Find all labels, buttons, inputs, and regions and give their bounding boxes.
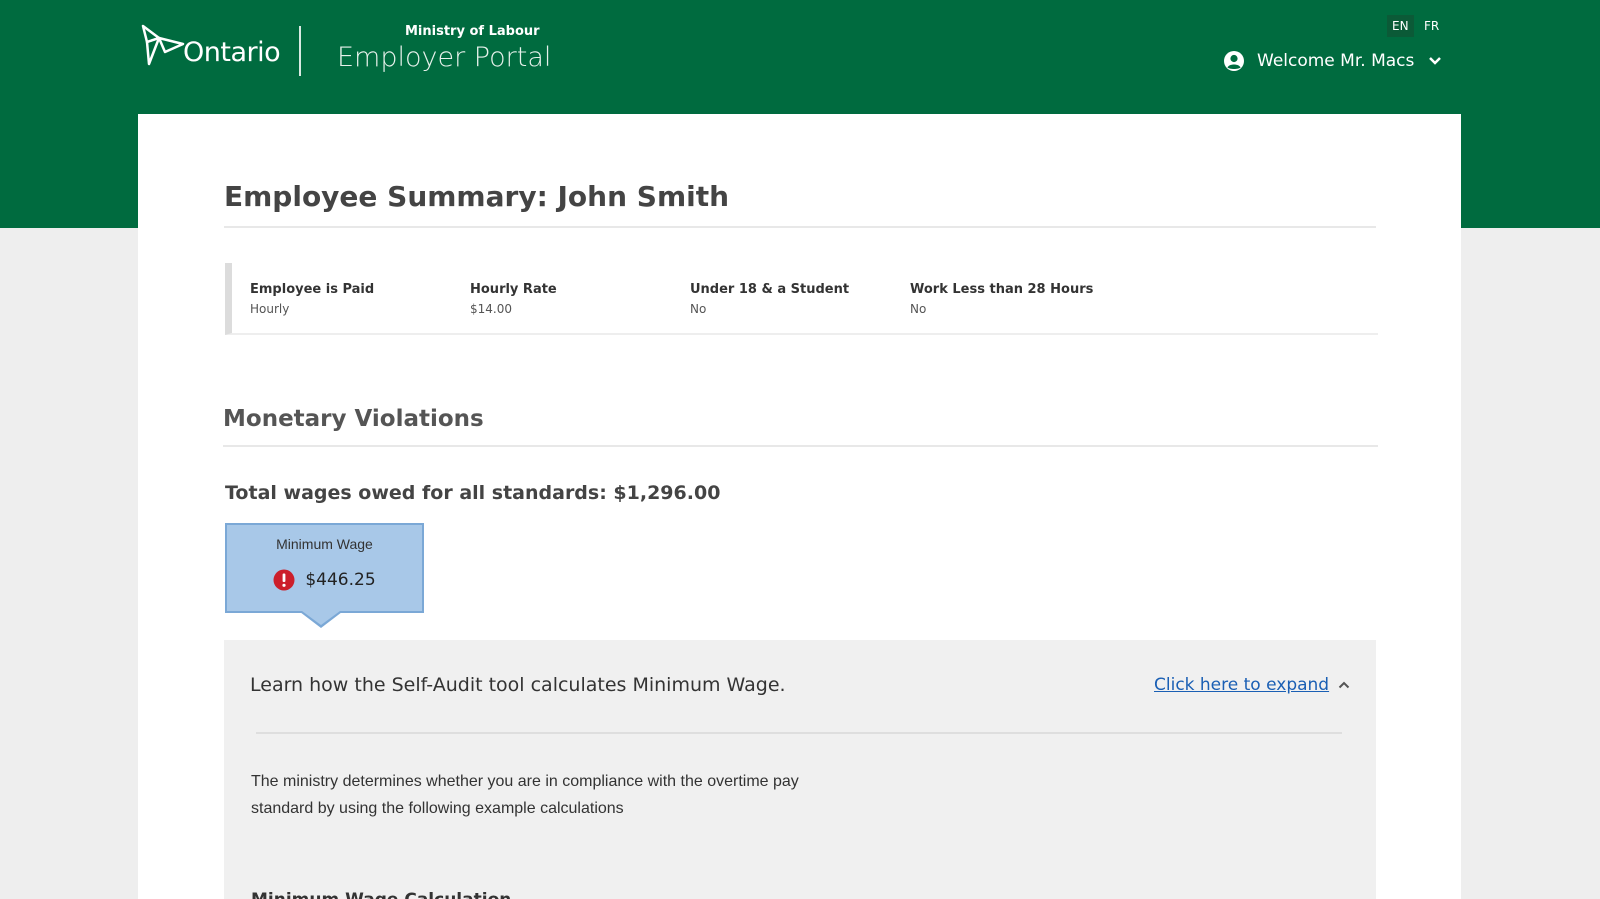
tile-pointer-fill [302, 611, 340, 625]
language-fr-button[interactable]: FR [1419, 15, 1444, 37]
total-wages-owed: Total wages owed for all standards: $1,2… [225, 482, 721, 504]
explanation-panel: Learn how the Self-Audit tool calculates… [224, 640, 1376, 899]
logo-text: Ontario [183, 36, 281, 68]
panel-title: Learn how the Self-Audit tool calculates… [250, 674, 786, 696]
ontario-logo[interactable]: Ontario [137, 22, 281, 70]
panel-body-text: The ministry determines whether you are … [251, 773, 799, 817]
user-account-icon [1224, 51, 1244, 71]
expand-toggle[interactable]: Click here to expand [1154, 675, 1350, 695]
calculation-heading: Minimum Wage Calculation [251, 890, 651, 899]
panel-divider [256, 732, 1342, 734]
ministry-name: Ministry of Labour [405, 24, 540, 39]
chevron-down-icon [1429, 57, 1442, 65]
content-card: Employee Summary: John Smith Employee is… [138, 114, 1461, 899]
summary-value: Hourly [250, 302, 290, 316]
tile-amount: $446.25 [305, 570, 376, 590]
header-divider [299, 26, 301, 76]
summary-value: $14.00 [470, 302, 512, 316]
alert-icon [273, 569, 295, 591]
chevron-up-icon [1338, 681, 1350, 689]
trillium-logo-icon [141, 24, 185, 66]
summary-label: Work Less than 28 Hours [910, 282, 1094, 297]
summary-item-hours: Work Less than 28 Hours No [910, 282, 1093, 316]
page-title: Employee Summary: John Smith [224, 180, 730, 213]
summary-label: Hourly Rate [470, 282, 557, 297]
summary-item-student: Under 18 & a Student No [690, 282, 849, 316]
title-divider [224, 226, 1376, 228]
summary-value: No [690, 302, 707, 316]
section-title: Monetary Violations [223, 406, 484, 432]
calculation-heading-text: Minimum Wage Calculation [251, 890, 651, 899]
summary-item-rate: Hourly Rate $14.00 [470, 282, 557, 316]
welcome-text: Welcome Mr. Macs [1257, 51, 1415, 71]
summary-label: Under 18 & a Student [690, 282, 850, 297]
employee-summary: Employee is Paid Hourly Hourly Rate $14.… [225, 263, 1378, 335]
user-menu[interactable]: Welcome Mr. Macs [1223, 50, 1442, 72]
language-en-button[interactable]: EN [1387, 15, 1414, 37]
summary-label: Employee is Paid [250, 282, 375, 297]
violation-tile-minimum-wage[interactable]: Minimum Wage $446.25 [225, 523, 424, 613]
summary-value: No [910, 302, 927, 316]
summary-item-paid: Employee is Paid Hourly [250, 282, 374, 316]
section-divider [223, 445, 1378, 447]
site-header: Ontario Ministry of Labour Employer Port… [0, 0, 1600, 112]
portal-title: Employer Portal [337, 42, 552, 73]
tile-label: Minimum Wage [276, 536, 373, 552]
expand-link[interactable]: Click here to expand [1154, 675, 1329, 695]
tile-amount-row: $446.25 [227, 569, 422, 591]
